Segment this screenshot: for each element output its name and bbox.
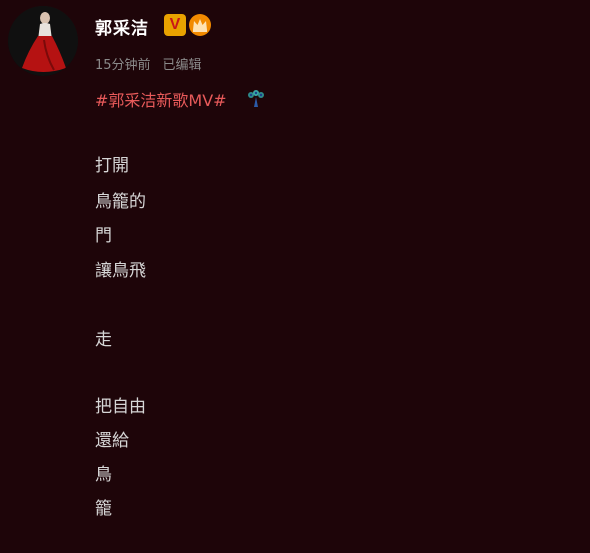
topic-hashtag[interactable]: #郭采洁新歌MV#	[95, 87, 227, 111]
post-line: 把自由	[95, 397, 146, 417]
post-line: 走	[95, 330, 112, 350]
post-line: 門	[95, 226, 112, 246]
edited-label[interactable]: 已编辑	[163, 54, 202, 73]
topic-line: #郭采洁新歌MV#	[95, 87, 267, 111]
post-line: 籠	[95, 499, 112, 519]
author-name[interactable]: 郭采洁	[95, 14, 149, 39]
peacock-icon	[247, 90, 264, 107]
crown-member-icon[interactable]	[189, 14, 211, 36]
avatar[interactable]	[8, 6, 78, 76]
post-line: 還給	[95, 431, 129, 451]
post-meta: 15分钟前 已编辑	[95, 54, 202, 73]
avatar-image	[8, 6, 78, 76]
post-line: 鳥籠的	[95, 192, 146, 212]
post-line: 打開	[95, 156, 129, 176]
post-line: 鳥	[95, 465, 112, 485]
post-time[interactable]: 15分钟前	[95, 54, 151, 73]
author-badges: V	[164, 14, 211, 36]
post-line: 讓鳥飛	[95, 261, 146, 281]
verified-v-icon[interactable]: V	[164, 14, 186, 36]
